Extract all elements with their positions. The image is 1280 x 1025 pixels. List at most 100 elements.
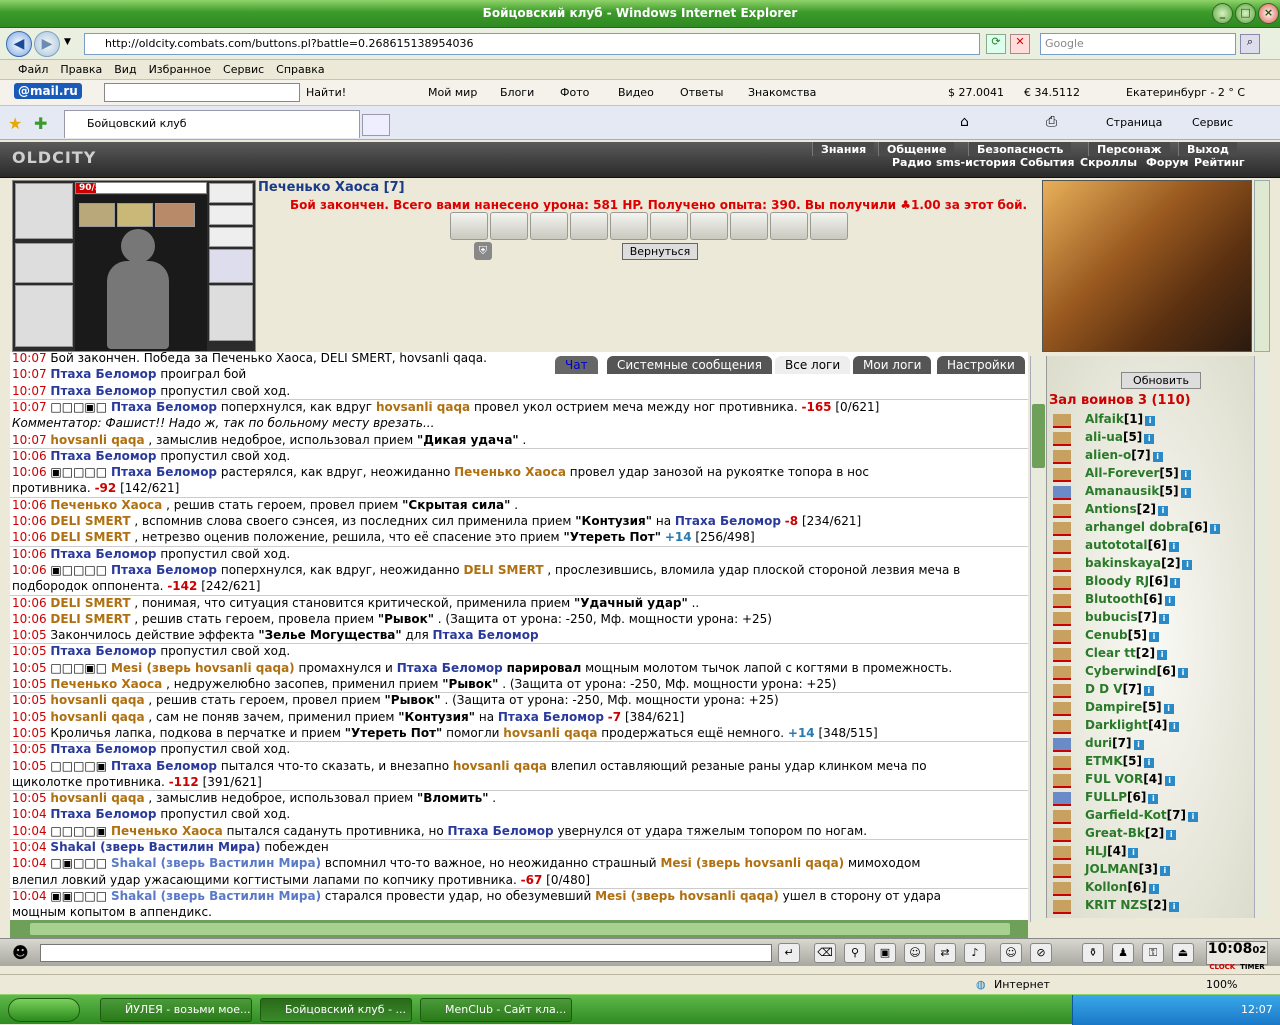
scroll-slot[interactable]	[730, 212, 768, 240]
maximize-button[interactable]: □	[1235, 3, 1256, 24]
earring-slot[interactable]	[155, 203, 195, 227]
player-nick[interactable]: FUL VOR	[1085, 772, 1143, 786]
player-status-icon[interactable]	[1053, 612, 1071, 626]
bag-icon[interactable]: ⚱	[1082, 943, 1104, 963]
player-status-icon[interactable]	[1053, 900, 1071, 914]
link-blogs[interactable]: Блоги	[500, 86, 534, 99]
info-icon[interactable]: i	[1166, 830, 1177, 840]
mailru-search-input[interactable]	[104, 83, 300, 102]
scroll-slot[interactable]	[490, 212, 528, 240]
clear-icon[interactable]: ⌫	[814, 943, 836, 963]
menu-help[interactable]: Справка	[270, 60, 330, 76]
helmet-slot[interactable]	[15, 183, 73, 239]
player-nick[interactable]: Amanausik	[1085, 484, 1159, 498]
info-icon[interactable]: i	[1182, 560, 1193, 570]
chat-scrollbar[interactable]	[1030, 356, 1046, 922]
player-name[interactable]: Птаха Беломор	[50, 384, 156, 398]
player-status-icon[interactable]	[1053, 864, 1071, 878]
info-icon[interactable]: i	[1145, 416, 1156, 426]
player-list-item[interactable]: arhangel dobra[6] i	[1085, 520, 1220, 534]
player-name[interactable]: DELI SMERT	[50, 612, 130, 626]
close-button[interactable]: ×	[1258, 3, 1279, 24]
player-list-item[interactable]: Clear tt[2] i	[1085, 646, 1168, 660]
player-list-item[interactable]: duri[7] i	[1085, 736, 1144, 750]
save-icon[interactable]: ▣	[874, 943, 896, 963]
info-icon[interactable]: i	[1164, 596, 1175, 606]
add-favorites-icon[interactable]: ✚	[34, 114, 47, 133]
info-icon[interactable]: i	[1144, 434, 1155, 444]
nav-exit[interactable]: Выход	[1178, 142, 1237, 156]
player-name[interactable]: Птаха Беломор	[111, 759, 217, 773]
player-name[interactable]: Птаха Беломор	[111, 465, 217, 479]
info-icon[interactable]: i	[1143, 758, 1154, 768]
bracers-slot[interactable]	[15, 243, 73, 283]
tab-all-logs[interactable]: Все логи	[775, 356, 851, 374]
translit-icon[interactable]: ⇄	[934, 943, 956, 963]
start-button[interactable]	[8, 998, 80, 1022]
player-nick[interactable]: Clear tt	[1085, 646, 1136, 660]
scroll-slot[interactable]	[530, 212, 568, 240]
player-status-icon[interactable]	[1053, 720, 1071, 734]
player-name[interactable]: hovsanli qaqa	[376, 400, 470, 414]
player-nick[interactable]: ETMK	[1085, 754, 1123, 768]
room-scrollbar[interactable]	[1254, 356, 1270, 918]
player-status-icon[interactable]	[1053, 504, 1071, 518]
nav-character[interactable]: Персонаж	[1088, 142, 1170, 156]
player-list-item[interactable]: Bloody RJ[6] i	[1085, 574, 1181, 588]
tab-chat[interactable]: Чат	[555, 356, 598, 374]
player-nick[interactable]: Great-Bk	[1085, 826, 1145, 840]
task-fight-club[interactable]: Бойцовский клуб - ...	[260, 998, 412, 1022]
player-name[interactable]: hovsanli qaqa	[453, 759, 547, 773]
player-list-item[interactable]: KRIT NZS[2] i	[1085, 898, 1180, 912]
info-icon[interactable]: i	[1180, 488, 1191, 498]
search-icon[interactable]: ⌕	[1240, 34, 1260, 54]
menu-edit[interactable]: Правка	[54, 60, 108, 76]
filter-icon[interactable]: ⚲	[844, 943, 866, 963]
search-input[interactable]: Google	[1040, 33, 1236, 55]
favorites-star-icon[interactable]: ★	[8, 114, 22, 133]
player-status-icon[interactable]	[1053, 468, 1071, 482]
smiles-icon[interactable]: ☺	[904, 943, 926, 963]
player-name[interactable]: hovsanli qaqa	[50, 433, 144, 447]
info-icon[interactable]: i	[1143, 686, 1154, 696]
link-video[interactable]: Видео	[618, 86, 654, 99]
player-list-item[interactable]: ali-ua[5] i	[1085, 430, 1155, 444]
link-my-world[interactable]: Мой мир	[428, 86, 477, 99]
player-list-item[interactable]: ETMK[5] i	[1085, 754, 1154, 768]
player-nick[interactable]: Garfield-Kot	[1085, 808, 1167, 822]
player-name[interactable]: DELI SMERT	[50, 514, 130, 528]
player-nick[interactable]: alien-o	[1085, 448, 1131, 462]
tab-system[interactable]: Системные сообщения	[607, 356, 772, 374]
tools-menu[interactable]: Сервис	[1192, 116, 1233, 129]
info-icon[interactable]: i	[1169, 902, 1180, 912]
info-icon[interactable]: i	[1169, 722, 1180, 732]
player-status-icon[interactable]	[1053, 792, 1071, 806]
player-nick[interactable]: Bloody RJ	[1085, 574, 1149, 588]
player-name[interactable]: Птаха Беломор	[50, 367, 156, 381]
sub-scrolls[interactable]: Скроллы	[1080, 156, 1137, 169]
player-status-icon[interactable]	[1053, 666, 1071, 680]
stop-icon[interactable]: ✕	[1010, 34, 1030, 54]
link-dating[interactable]: Знакомства	[748, 86, 816, 99]
player-status-icon[interactable]	[1053, 486, 1071, 500]
player-name[interactable]: Птаха Беломор	[111, 563, 217, 577]
player-list-item[interactable]: Alfaik[1] i	[1085, 412, 1156, 426]
player-status-icon[interactable]	[1053, 882, 1071, 896]
character-name[interactable]: Печенько Хаоса [7]	[258, 180, 405, 195]
player-list-item[interactable]: Dampire[5] i	[1085, 700, 1174, 714]
info-icon[interactable]: i	[1177, 668, 1188, 678]
player-list-item[interactable]: All-Forever[5] i	[1085, 466, 1191, 480]
sub-sms[interactable]: sms-история	[936, 156, 1016, 169]
player-list-item[interactable]: JOLMAN[3] i	[1085, 862, 1170, 876]
player-name[interactable]: Mesi (зверь hovsanli qaqa)	[111, 661, 295, 675]
send-icon[interactable]: ↵	[778, 943, 800, 963]
nav-knowledge[interactable]: Знания	[812, 142, 875, 156]
player-nick[interactable]: Darklight	[1085, 718, 1148, 732]
player-name[interactable]: Shakal (зверь Вастилин Мира)	[50, 840, 260, 854]
item-slot-2[interactable]	[209, 205, 253, 225]
back-button[interactable]: ◀	[6, 31, 32, 57]
info-icon[interactable]: i	[1159, 866, 1170, 876]
top-scrollbar[interactable]	[1254, 180, 1270, 352]
tab-fight-club[interactable]: Бойцовский клуб	[64, 110, 360, 138]
info-icon[interactable]: i	[1148, 884, 1159, 894]
